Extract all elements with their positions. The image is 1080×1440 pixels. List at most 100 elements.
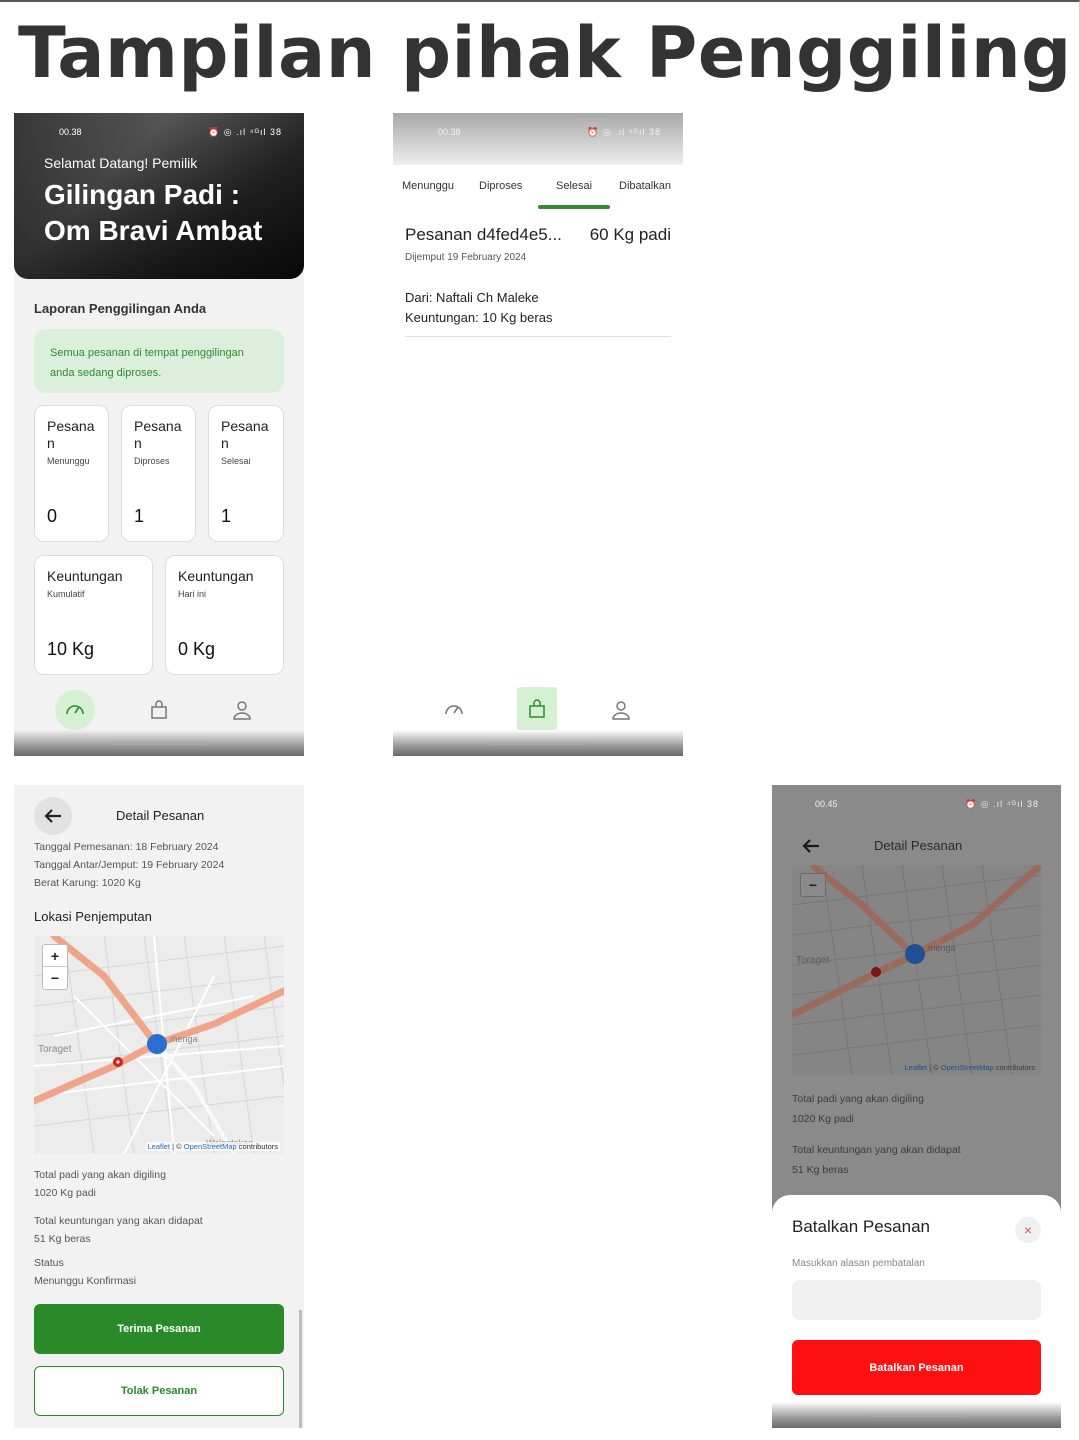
profit-value: 0 Kg (178, 639, 216, 659)
stat-value: 1 (221, 506, 232, 526)
arrow-left-icon (802, 839, 819, 853)
total-padi-value: 1020 Kg padi (792, 1113, 854, 1125)
attrib-tail: contributors (993, 1063, 1035, 1072)
leaflet-link[interactable]: Leaflet (148, 1142, 171, 1151)
total-profit: Total keuntungan yang akan didapat 51 Kg… (34, 1212, 203, 1248)
status-bar: 00.45 ⏰ ◎ .ıl ⁴ᴳıl 38 (772, 797, 1061, 813)
status-value: Menunggu Konfirmasi (34, 1275, 137, 1287)
order-meta: Tanggal Pemesanan: 18 February 2024 Tang… (34, 838, 224, 892)
gesture-pill (868, 1414, 965, 1417)
attrib-sep: | © (170, 1142, 184, 1151)
back-button[interactable] (792, 827, 830, 865)
gesture-pill (490, 742, 586, 745)
pickup-map[interactable]: Toraget menga Walantakan + − Leaflet | ©… (34, 936, 284, 1154)
total-profit-value: 51 Kg beras (792, 1164, 849, 1176)
orders-screen: 00.38 ⏰ ◎ .ıl ⁴ᴳıl 38 Menunggu Diproses … (393, 113, 683, 756)
profit-sub: Kumulatif (47, 589, 85, 599)
map-tiles: Toraget menga (792, 865, 1041, 1075)
stat-sub: Diproses (134, 456, 170, 466)
status-icons: ⏰ ◎ .ıl ⁴ᴳıl 38 (965, 799, 1039, 809)
zoom-out-button[interactable]: − (801, 874, 825, 896)
profile-user-icon[interactable] (601, 690, 641, 730)
tab-cancelled[interactable]: Dibatalkan (619, 180, 671, 192)
pickup-date: Tanggal Antar/Jemput: 19 February 2024 (34, 859, 225, 871)
leaflet-link[interactable]: Leaflet (905, 1063, 928, 1072)
mill-name: Gilingan Padi : Om Bravi Ambat (44, 179, 263, 246)
info-banner: Semua pesanan di tempat penggilingan and… (34, 329, 284, 393)
map-label-b: menga (928, 943, 956, 953)
profit-title: Keuntungan (47, 568, 123, 584)
cancel-bottom-sheet: Batalkan Pesanan × Masukkan alasan pemba… (772, 1195, 1061, 1428)
stat-sub: Menunggu (47, 456, 90, 466)
gesture-pill (111, 742, 207, 745)
order-picked-date: Dijemput 19 February 2024 (405, 252, 527, 263)
divider (405, 336, 671, 337)
map-label-a: Toraget (38, 1044, 72, 1055)
sack-weight: Berat Karung: 1020 Kg (34, 877, 141, 889)
total-profit-label: Total keuntungan yang akan didapat (34, 1215, 203, 1227)
stat-card-waiting[interactable]: Pesanan Menunggu 0 (34, 405, 109, 542)
tab-processing[interactable]: Diproses (479, 180, 522, 192)
status-time: 00.38 (59, 127, 82, 137)
stat-value: 0 (47, 506, 58, 526)
status-icons: ⏰ ◎ .ıl ⁴ᴳıl 38 (587, 127, 661, 137)
dashboard-screen: 00.38 ⏰ ◎ .ıl ⁴ᴳıl 38 Selamat Datang! Pe… (14, 113, 304, 756)
orders-bag-icon[interactable] (517, 687, 557, 731)
gesture-bar (772, 1402, 1061, 1428)
stat-value: 1 (134, 506, 145, 526)
active-tab-indicator (538, 205, 610, 209)
order-info: Dari: Naftali Ch Maleke Keuntungan: 10 K… (405, 288, 552, 328)
reject-order-button[interactable]: Tolak Pesanan (34, 1366, 284, 1416)
gesture-bar (14, 730, 304, 756)
tab-waiting[interactable]: Menunggu (402, 180, 454, 192)
status-label: Status (34, 1257, 64, 1269)
attrib-tail: contributors (236, 1142, 278, 1151)
location-title: Lokasi Penjemputan (34, 909, 152, 924)
zoom-in-button[interactable]: + (43, 945, 67, 967)
cancel-reason-input[interactable] (792, 1280, 1041, 1320)
order-status: Status Menunggu Konfirmasi (34, 1254, 136, 1290)
osm-link[interactable]: OpenStreetMap (184, 1142, 237, 1151)
dashboard-gauge-icon[interactable] (434, 690, 474, 730)
profile-user-icon[interactable] (222, 690, 262, 730)
zoom-out-button[interactable]: − (43, 967, 67, 989)
tab-done[interactable]: Selesai (556, 180, 592, 192)
map-attribution: Leaflet | © OpenStreetMap contributors (903, 1063, 1038, 1072)
map-tiles: Toraget menga Walantakan (34, 936, 284, 1154)
total-profit-label: Total keuntungan yang akan didapat (792, 1144, 961, 1156)
total-padi-value: 1020 Kg padi (34, 1187, 96, 1199)
order-id: Pesanan d4fed4e5... (405, 225, 562, 244)
map-label-a: Toraget (796, 955, 830, 966)
profit-card-today[interactable]: Keuntungan Hari ini 0 Kg (165, 555, 284, 675)
confirm-cancel-button[interactable]: Batalkan Pesanan (792, 1340, 1041, 1395)
back-button[interactable] (34, 797, 72, 835)
order-detail-screen: Detail Pesanan Tanggal Pemesanan: 18 Feb… (14, 785, 304, 1428)
arrow-left-icon (44, 809, 61, 823)
stat-card-processing[interactable]: Pesanan Diproses 1 (121, 405, 196, 542)
report-title: Laporan Penggilingan Anda (34, 301, 207, 316)
stat-card-done[interactable]: Pesanan Selesai 1 (208, 405, 284, 542)
profit-title: Keuntungan (178, 568, 254, 584)
zoom-controls: + − (42, 944, 68, 990)
total-padi-label: Total padi yang akan digiling (792, 1093, 924, 1105)
order-from: Dari: Naftali Ch Maleke (405, 290, 539, 305)
profit-value: 10 Kg (47, 639, 95, 659)
osm-link[interactable]: OpenStreetMap (941, 1063, 994, 1072)
stat-sub: Selesai (221, 456, 251, 466)
status-icons: ⏰ ◎ .ıl ⁴ᴳıl 38 (208, 127, 282, 137)
orders-bag-icon[interactable] (139, 690, 179, 730)
total-padi: Total padi yang akan digiling 1020 Kg pa… (34, 1166, 166, 1202)
page-title: Tampilan pihak Penggiling (18, 12, 1072, 94)
total-profit-value: 51 Kg beras (34, 1233, 91, 1245)
stat-title: Pesanan (47, 418, 95, 451)
order-weight: 60 Kg padi (589, 225, 671, 244)
status-time: 00.38 (438, 127, 461, 137)
attrib-sep: | © (927, 1063, 941, 1072)
close-icon[interactable]: × (1015, 1217, 1041, 1243)
zoom-controls: − (800, 873, 826, 897)
scrollbar[interactable] (299, 1310, 302, 1428)
accept-order-button[interactable]: Terima Pesanan (34, 1304, 284, 1354)
dashboard-gauge-icon[interactable] (55, 690, 95, 730)
pickup-map: Toraget menga − Leaflet | © OpenStreetMa… (792, 865, 1041, 1075)
profit-card-cumulative[interactable]: Keuntungan Kumulatif 10 Kg (34, 555, 153, 675)
